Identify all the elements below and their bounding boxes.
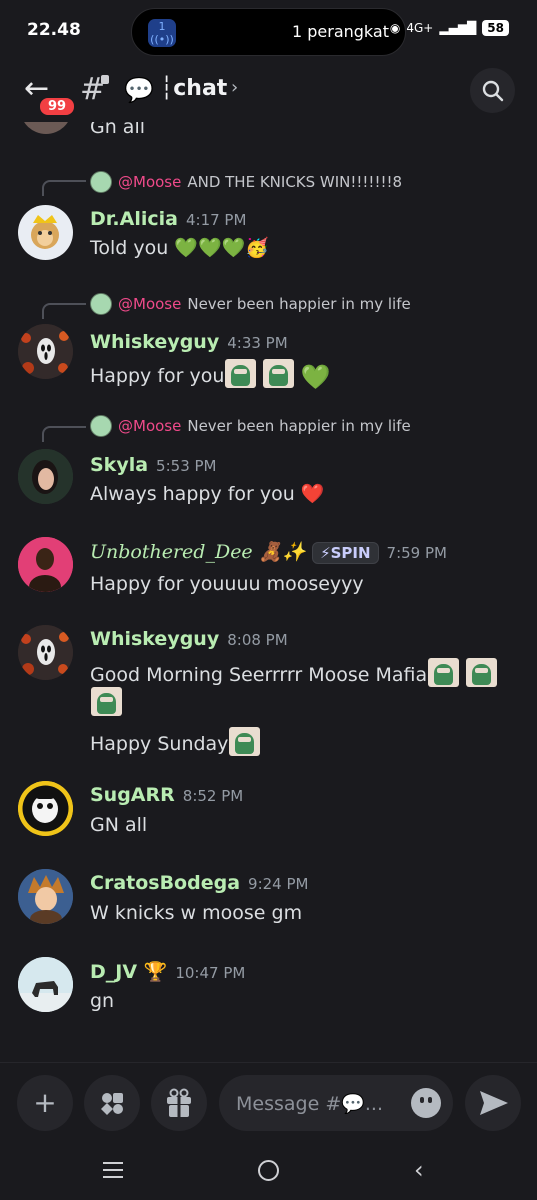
search-button[interactable] <box>470 68 515 113</box>
message-author[interactable]: Whiskeyguy 4:33 PM <box>90 331 288 353</box>
recents-icon[interactable] <box>103 1162 123 1183</box>
avatar[interactable] <box>18 625 73 680</box>
message-timestamp: 10:47 PM <box>175 964 246 982</box>
message-text: GN all <box>90 814 148 836</box>
message-timestamp: 7:59 PM <box>386 544 447 562</box>
message-text: Always happy for you ❤️ <box>90 483 325 505</box>
unread-badge: 99 <box>37 95 78 118</box>
home-icon[interactable] <box>258 1160 279 1181</box>
message-placeholder: Message #💬... <box>236 1093 384 1115</box>
message-author[interactable]: D_JV 🏆 10:47 PM <box>90 960 245 983</box>
search-icon <box>482 80 504 102</box>
apps-button[interactable] <box>84 1075 140 1131</box>
reply-connector <box>42 303 86 319</box>
message-text: W knicks w moose gm <box>90 902 303 924</box>
hotspot-icon: ◉ <box>389 21 401 35</box>
reply-preview[interactable]: @Moose Never been happier in my life <box>90 292 411 316</box>
message-text: Good Morning Seerrrrr Moose Mafia <box>90 658 498 687</box>
battery-icon: 58 <box>482 20 509 36</box>
send-icon <box>480 1091 508 1115</box>
gift-icon <box>167 1088 191 1117</box>
message-text: Happy for you 💚 <box>90 359 330 391</box>
message-author[interactable]: SugARR 8:52 PM <box>90 784 243 806</box>
message-author[interactable]: CratosBodega 9:24 PM <box>90 872 308 894</box>
reply-mention: @Moose <box>118 295 182 313</box>
dynamic-island[interactable]: 1 ((•)) 1 perangkat <box>131 8 406 56</box>
avatar[interactable] <box>18 537 73 592</box>
avatar[interactable] <box>18 205 73 260</box>
avatar[interactable] <box>20 122 72 134</box>
avatar <box>90 415 112 437</box>
message-text: Gn all <box>90 122 146 138</box>
broadcast-icon: 1 ((•)) <box>148 19 176 47</box>
channel-name[interactable]: ┆chat <box>160 76 227 101</box>
avatar[interactable] <box>18 449 73 504</box>
message-list[interactable]: Gn all @Moose AND THE KNICKS WIN!!!!!!!8… <box>0 122 537 1062</box>
penguin-sticker[interactable] <box>263 359 295 388</box>
reply-connector <box>42 426 86 442</box>
message-text: Happy for youuuu mooseyyy <box>90 573 364 595</box>
channel-emoji[interactable]: 💬 <box>124 76 154 104</box>
signal-icon: ▂▄▆█ <box>439 21 477 35</box>
server-tag[interactable]: ⚡SPIN <box>312 542 379 564</box>
avatar[interactable] <box>18 324 73 379</box>
reply-connector <box>42 180 86 196</box>
message-author[interactable]: Dr.Alicia 4:17 PM <box>90 208 246 230</box>
reply-text: Never been happier in my life <box>187 417 411 435</box>
android-nav-bar: ‹ <box>0 1142 537 1200</box>
message-text: Told you 💚💚💚🥳 <box>90 237 269 259</box>
network-label: 4G+ <box>406 21 434 35</box>
system-icons: ◉ 4G+ ▂▄▆█ 58 <box>390 20 509 36</box>
message-author[interactable]: Whiskeyguy 8:08 PM <box>90 628 288 650</box>
avatar[interactable] <box>18 869 73 924</box>
island-text: 1 perangkat <box>291 22 389 41</box>
avatar <box>90 293 112 315</box>
gift-button[interactable] <box>151 1075 207 1131</box>
status-bar: 22.48 1 ((•)) 1 perangkat ◉ 4G+ ▂▄▆█ 58 <box>0 0 537 62</box>
apps-icon <box>101 1093 123 1115</box>
avatar[interactable] <box>18 781 73 836</box>
green-heart-emoji: 💚 <box>300 363 331 391</box>
message-composer: + Message #💬... <box>0 1062 537 1142</box>
reply-text: Never been happier in my life <box>187 295 411 313</box>
chevron-right-icon[interactable]: › <box>231 77 238 98</box>
plus-button[interactable]: + <box>17 1075 73 1131</box>
message-timestamp: 9:24 PM <box>248 875 309 893</box>
message-timestamp: 5:53 PM <box>156 457 217 475</box>
reply-mention: @Moose <box>118 173 182 191</box>
message-author[interactable]: Skyla 5:53 PM <box>90 454 217 476</box>
reply-preview[interactable]: @Moose AND THE KNICKS WIN!!!!!!!8 <box>90 170 402 194</box>
message-timestamp: 4:33 PM <box>227 334 288 352</box>
clock: 22.48 <box>27 20 81 40</box>
send-button[interactable] <box>465 1075 521 1131</box>
message-sticker-line <box>90 687 122 716</box>
author-emoji: 🧸✨ <box>258 541 307 563</box>
trophy-emoji: 🏆 <box>143 961 168 983</box>
reply-mention: @Moose <box>118 417 182 435</box>
penguin-sticker[interactable] <box>466 658 498 687</box>
lock-icon <box>101 75 109 84</box>
message-author[interactable]: Unbothered_Dee 🧸✨ ⚡SPIN 7:59 PM <box>90 540 447 564</box>
message-timestamp: 8:08 PM <box>227 631 288 649</box>
penguin-sticker[interactable] <box>229 727 261 756</box>
message-timestamp: 8:52 PM <box>182 787 244 805</box>
plus-icon: + <box>33 1086 57 1119</box>
penguin-sticker[interactable] <box>428 658 460 687</box>
message-timestamp: 4:17 PM <box>185 211 247 229</box>
avatar[interactable] <box>18 957 73 1012</box>
message-text: gn <box>90 990 115 1012</box>
penguin-sticker[interactable] <box>225 359 257 388</box>
penguin-sticker[interactable] <box>91 687 122 716</box>
emoji-icon[interactable] <box>411 1088 441 1118</box>
avatar <box>90 171 112 193</box>
message-input[interactable]: Message #💬... <box>219 1075 453 1131</box>
message-text: Happy Sunday <box>90 727 261 756</box>
reply-preview[interactable]: @Moose Never been happier in my life <box>90 414 411 438</box>
nav-back-icon[interactable]: ‹ <box>414 1156 424 1184</box>
channel-header: ← 99 # 💬 ┆chat › <box>0 62 537 122</box>
reply-text: AND THE KNICKS WIN!!!!!!!8 <box>187 173 403 191</box>
